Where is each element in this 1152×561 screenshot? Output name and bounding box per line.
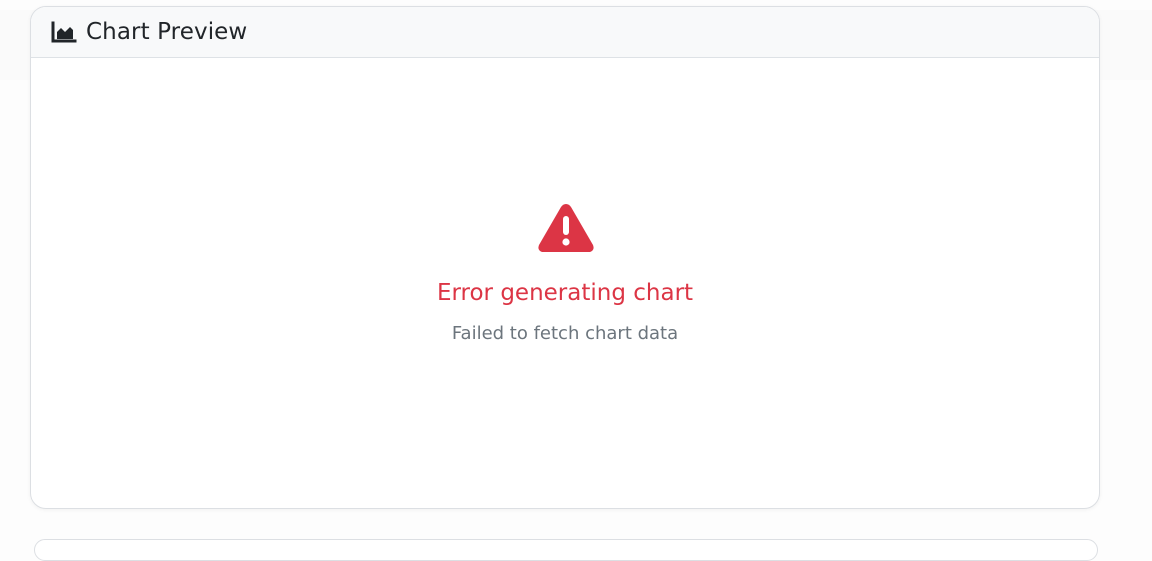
- card-body: Error generating chart Failed to fetch c…: [31, 58, 1099, 508]
- card-title: Chart Preview: [86, 19, 248, 45]
- warning-triangle-icon: [534, 199, 598, 257]
- chart-preview-card: Chart Preview Error generating chart Fai…: [30, 6, 1100, 509]
- chart-area-icon: [51, 21, 77, 43]
- error-title: Error generating chart: [436, 280, 694, 306]
- next-card: [34, 539, 1098, 561]
- error-message: Failed to fetch chart data: [451, 323, 679, 344]
- card-header: Chart Preview: [31, 7, 1099, 58]
